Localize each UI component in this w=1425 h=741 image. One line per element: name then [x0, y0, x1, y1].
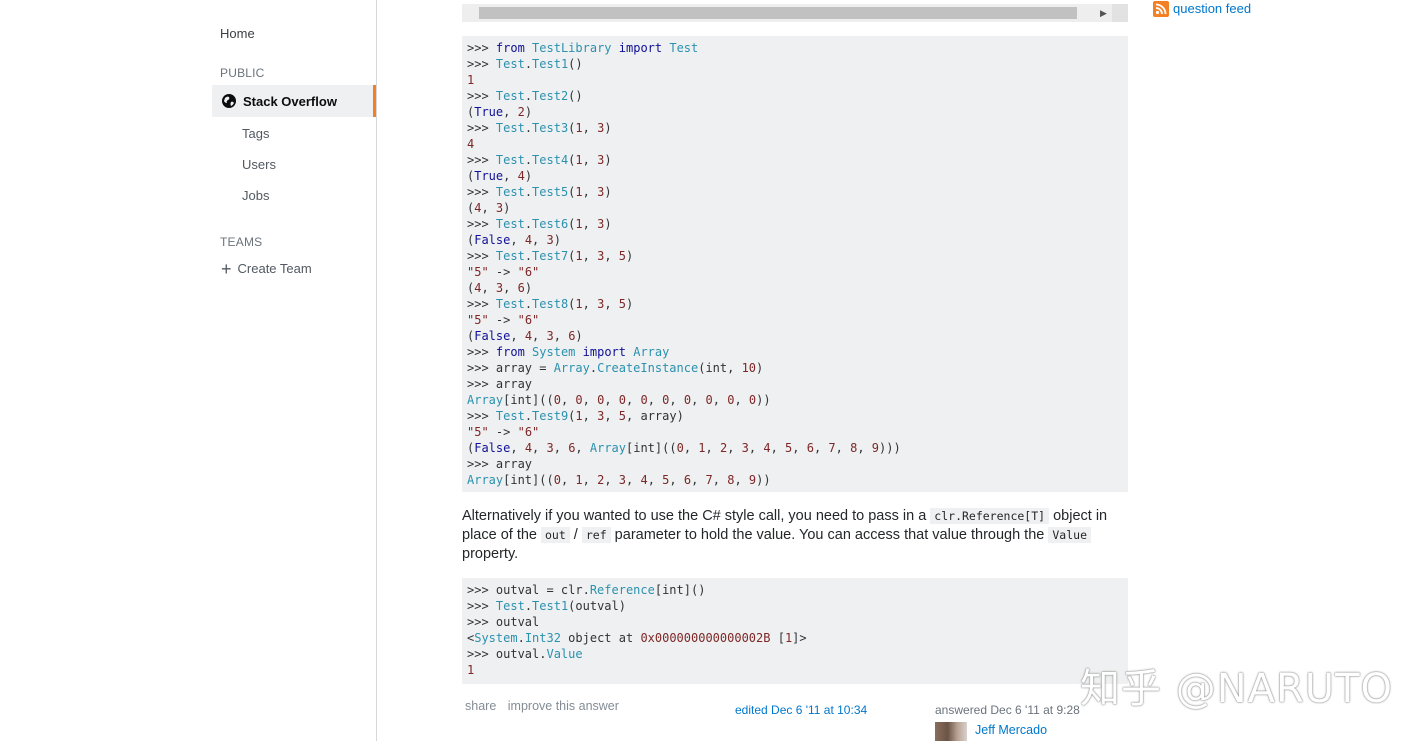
- code-line: Array[int]((0, 0, 0, 0, 0, 0, 0, 0, 0, 0…: [467, 393, 771, 407]
- nav-public-header: PUBLIC: [220, 66, 265, 80]
- code-line: <System.Int32 object at 0x00000000000000…: [467, 631, 807, 645]
- paragraph-text: /: [569, 527, 582, 543]
- paragraph-text: parameter to hold the value. You can acc…: [610, 527, 1049, 543]
- code-line: "5" -> "6": [467, 265, 540, 279]
- code-line: >>> from System import Array: [467, 345, 670, 359]
- avatar[interactable]: [935, 722, 967, 741]
- paragraph-text: Alternatively if you wanted to use the C…: [462, 508, 931, 524]
- share-link[interactable]: share: [465, 699, 496, 713]
- inline-code-ref: ref: [581, 527, 611, 543]
- code-line: >>> Test.Test5(1, 3): [467, 185, 612, 199]
- code-line: (True, 2): [467, 105, 533, 119]
- code-line: >>> outval.Value: [467, 647, 583, 661]
- code-line: 1: [467, 73, 475, 87]
- nav-teams-header: TEAMS: [220, 235, 263, 249]
- edited-timestamp-link[interactable]: edited Dec 6 '11 at 10:34: [735, 703, 867, 717]
- answered-timestamp: answered Dec 6 '11 at 9:28: [935, 703, 1080, 717]
- nav-users[interactable]: Users: [242, 157, 276, 172]
- code-block-interactive-session: >>> from TestLibrary import Test >>> Test…: [462, 36, 1128, 492]
- code-line: (False, 4, 3): [467, 233, 561, 247]
- answer-paragraph: Alternatively if you wanted to use the C…: [462, 507, 1132, 564]
- code-line: >>> Test.Test4(1, 3): [467, 153, 612, 167]
- left-sidebar: Home PUBLIC Stack Overflow Tags Users Jo…: [212, 0, 377, 741]
- paragraph-text: property.: [462, 546, 519, 562]
- code-line: >>> Test.Test8(1, 3, 5): [467, 297, 634, 311]
- code-line: Array[int]((0, 1, 2, 3, 4, 5, 6, 7, 8, 9…: [467, 473, 771, 487]
- inline-code-clr-reference: clr.Reference[T]: [930, 508, 1050, 524]
- nav-stack-overflow-label: Stack Overflow: [243, 93, 337, 109]
- code-line: "5" -> "6": [467, 425, 540, 439]
- code-line: >>> outval = clr.Reference[int](): [467, 583, 706, 597]
- code-line: >>> Test.Test9(1, 3, 5, array): [467, 409, 684, 423]
- code-line: 1: [467, 663, 475, 677]
- code-line: "5" -> "6": [467, 313, 540, 327]
- code-line: >>> Test.Test2(): [467, 89, 583, 103]
- scrollbar-corner: [1112, 4, 1128, 22]
- code-line: >>> Test.Test1(outval): [467, 599, 626, 613]
- code-line: >>> Test.Test1(): [467, 57, 583, 71]
- code-line: >>> array: [467, 377, 533, 391]
- code-line: >>> outval: [467, 615, 540, 629]
- nav-tags[interactable]: Tags: [242, 126, 269, 141]
- nav-jobs[interactable]: Jobs: [242, 188, 269, 203]
- horizontal-scrollbar[interactable]: ▶: [462, 4, 1128, 22]
- code-line: >>> from TestLibrary import Test: [467, 41, 699, 55]
- question-feed-link[interactable]: question feed: [1173, 1, 1251, 16]
- code-line: (True, 4): [467, 169, 533, 183]
- code-line: >>> Test.Test7(1, 3, 5): [467, 249, 634, 263]
- code-block-outval: >>> outval = clr.Reference[int]() >>> Tes…: [462, 578, 1128, 684]
- code-line: >>> Test.Test3(1, 3): [467, 121, 612, 135]
- create-team-label: Create Team: [237, 261, 312, 276]
- code-line: (4, 3): [467, 201, 511, 215]
- rss-icon[interactable]: [1153, 1, 1169, 17]
- code-line: (4, 3, 6): [467, 281, 533, 295]
- nav-home[interactable]: Home: [220, 26, 255, 41]
- code-line: >>> array: [467, 457, 533, 471]
- scrollbar-thumb[interactable]: [479, 7, 1077, 19]
- inline-code-out: out: [541, 527, 570, 543]
- code-line: 4: [467, 137, 475, 151]
- user-name-link[interactable]: Jeff Mercado: [975, 723, 1047, 737]
- watermark: 知乎 @NARUTO: [1080, 666, 1393, 712]
- code-line: >>> array = Array.CreateInstance(int, 10…: [467, 361, 764, 375]
- nav-stack-overflow[interactable]: Stack Overflow: [212, 85, 376, 117]
- improve-answer-link[interactable]: improve this answer: [508, 699, 619, 713]
- inline-code-value: Value: [1048, 527, 1091, 543]
- code-line: (False, 4, 3, 6, Array[int]((0, 1, 2, 3,…: [467, 441, 901, 455]
- plus-icon: +: [221, 258, 232, 279]
- post-menu: share improve this answer: [465, 699, 627, 713]
- code-line: >>> Test.Test6(1, 3): [467, 217, 612, 231]
- create-team-link[interactable]: + Create Team: [221, 258, 312, 279]
- globe-icon: [221, 93, 237, 109]
- scroll-right-arrow-icon[interactable]: ▶: [1100, 8, 1107, 19]
- code-line: (False, 4, 3, 6): [467, 329, 583, 343]
